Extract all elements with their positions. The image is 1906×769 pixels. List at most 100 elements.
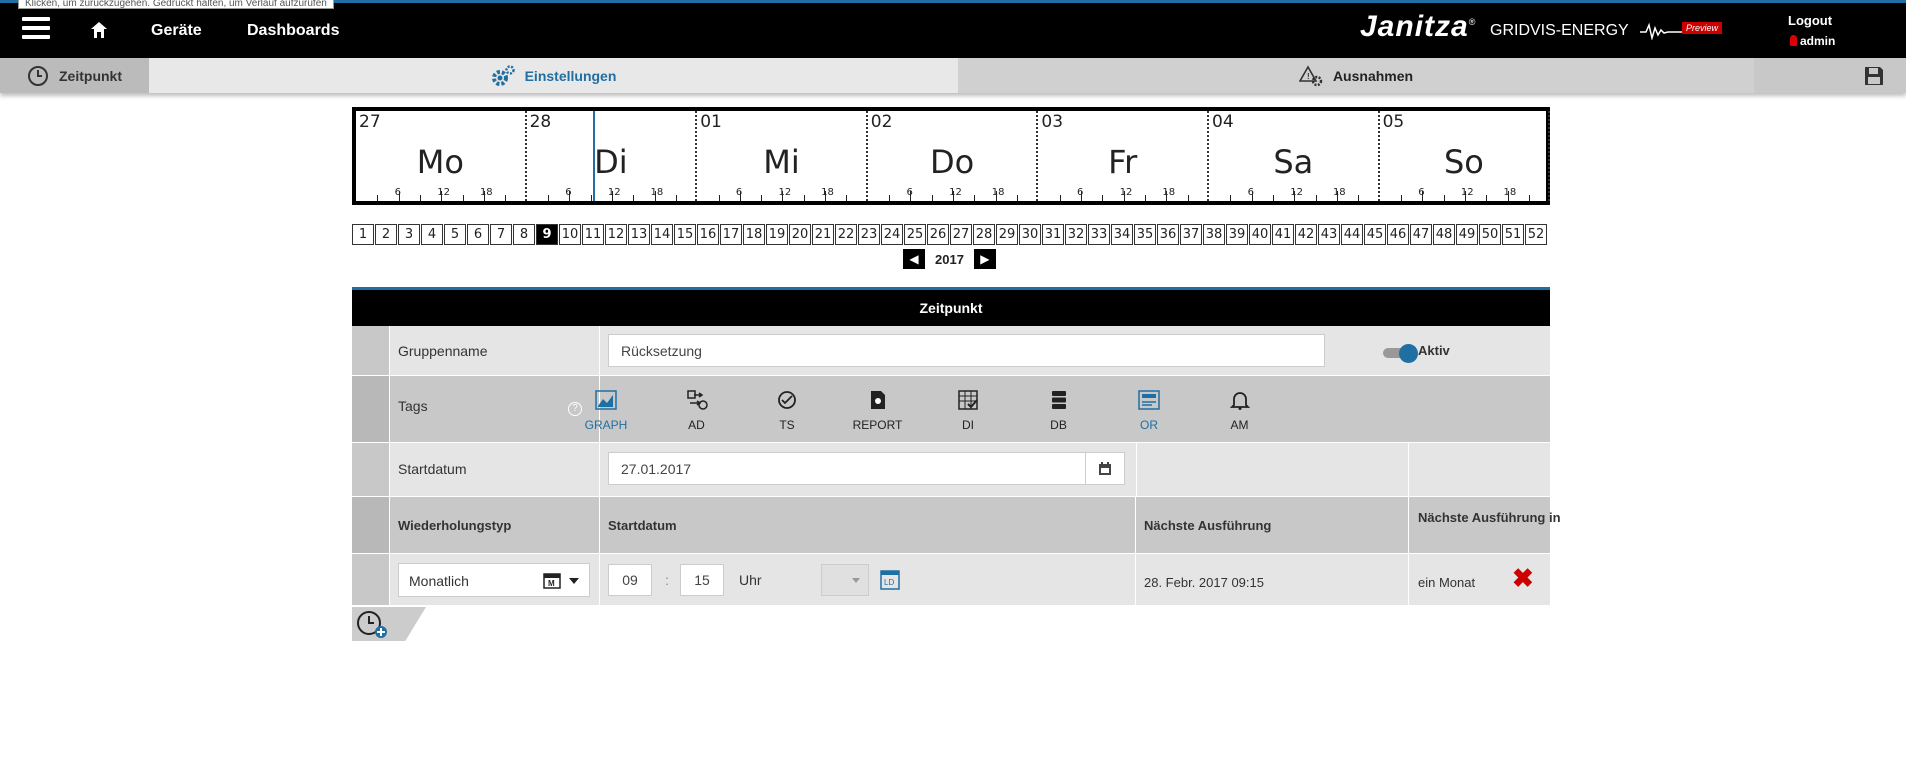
week-39-button[interactable]: 39 <box>1226 224 1248 245</box>
week-43-button[interactable]: 43 <box>1318 224 1340 245</box>
week-49-button[interactable]: 49 <box>1456 224 1478 245</box>
week-28-button[interactable]: 28 <box>973 224 995 245</box>
week-51-button[interactable]: 51 <box>1502 224 1524 245</box>
week-22-button[interactable]: 22 <box>835 224 857 245</box>
timeline-day[interactable]: 28Di61218 <box>527 111 698 201</box>
timeline-day[interactable]: 02Do61218 <box>868 111 1039 201</box>
timeline-day[interactable]: 03Fr61218 <box>1038 111 1209 201</box>
active-toggle[interactable] <box>1383 344 1419 363</box>
start-date-input[interactable]: 27.01.2017 <box>608 452 1087 485</box>
week-36-button[interactable]: 36 <box>1157 224 1179 245</box>
nav-link-dashboards[interactable]: Dashboards <box>247 22 339 40</box>
week-27-button[interactable]: 27 <box>950 224 972 245</box>
week-48-button[interactable]: 48 <box>1433 224 1455 245</box>
tag-am[interactable]: AM <box>1200 390 1280 432</box>
week-31-button[interactable]: 31 <box>1042 224 1064 245</box>
tab-ausnahmen[interactable]: ! Ausnahmen <box>958 58 1754 93</box>
week-7-button[interactable]: 7 <box>490 224 512 245</box>
week-25-button[interactable]: 25 <box>904 224 926 245</box>
add-schedule-button[interactable] <box>352 607 426 641</box>
week-24-button[interactable]: 24 <box>881 224 903 245</box>
week-12-button[interactable]: 12 <box>605 224 627 245</box>
week-18-button[interactable]: 18 <box>743 224 765 245</box>
week-8-button[interactable]: 8 <box>513 224 535 245</box>
previous-year-button[interactable]: ◀ <box>903 249 925 269</box>
tag-di[interactable]: DI <box>928 390 1008 432</box>
day-select[interactable] <box>821 564 869 596</box>
week-52-button[interactable]: 52 <box>1525 224 1547 245</box>
week-1-button[interactable]: 1 <box>352 224 374 245</box>
group-name-input[interactable]: Rücksetzung <box>608 334 1325 367</box>
week-23-button[interactable]: 23 <box>858 224 880 245</box>
week-2-button[interactable]: 2 <box>375 224 397 245</box>
tag-label: TS <box>779 418 795 432</box>
week-10-button[interactable]: 10 <box>559 224 581 245</box>
week-29-button[interactable]: 29 <box>996 224 1018 245</box>
timeline-day[interactable]: 01Mi61218 <box>697 111 868 201</box>
week-45-button[interactable]: 45 <box>1364 224 1386 245</box>
week-30-button[interactable]: 30 <box>1019 224 1041 245</box>
week-5-button[interactable]: 5 <box>444 224 466 245</box>
last-day-calendar-icon[interactable]: LD <box>880 568 900 590</box>
week-40-button[interactable]: 40 <box>1249 224 1271 245</box>
week-35-button[interactable]: 35 <box>1134 224 1156 245</box>
week-20-button[interactable]: 20 <box>789 224 811 245</box>
week-4-button[interactable]: 4 <box>421 224 443 245</box>
day-name: Mo <box>416 143 464 181</box>
repeat-type-select[interactable]: Monatlich M <box>398 563 590 597</box>
tag-label: GRAPH <box>584 418 628 432</box>
save-button[interactable] <box>1754 58 1906 93</box>
week-34-button[interactable]: 34 <box>1111 224 1133 245</box>
week-37-button[interactable]: 37 <box>1180 224 1202 245</box>
minute-input[interactable]: 15 <box>680 564 724 596</box>
calendar-button[interactable] <box>1085 452 1125 485</box>
tag-ts[interactable]: TS <box>747 390 827 432</box>
tag-label: DB <box>1050 418 1067 432</box>
tag-report[interactable]: REPORT <box>838 390 918 432</box>
tab-zeitpunkt-label: Zeitpunkt <box>59 67 122 84</box>
week-16-button[interactable]: 16 <box>697 224 719 245</box>
timeline-day[interactable]: 04Sa61218 <box>1209 111 1380 201</box>
hamburger-menu-icon[interactable] <box>22 17 50 39</box>
week-42-button[interactable]: 42 <box>1295 224 1317 245</box>
week-46-button[interactable]: 46 <box>1387 224 1409 245</box>
tag-db[interactable]: DB <box>1019 390 1099 432</box>
week-3-button[interactable]: 3 <box>398 224 420 245</box>
week-44-button[interactable]: 44 <box>1341 224 1363 245</box>
delete-schedule-button[interactable]: ✖ <box>1512 565 1534 591</box>
week-50-button[interactable]: 50 <box>1479 224 1501 245</box>
timeline-day[interactable]: 27Mo61218 <box>356 111 527 201</box>
week-6-button[interactable]: 6 <box>467 224 489 245</box>
tag-label: DI <box>962 418 974 432</box>
current-user[interactable]: admin <box>1790 34 1835 48</box>
week-41-button[interactable]: 41 <box>1272 224 1294 245</box>
home-icon[interactable] <box>90 21 108 39</box>
hour-tick <box>462 195 464 201</box>
nav-link-geraete[interactable]: Geräte <box>151 22 202 40</box>
tab-zeitpunkt[interactable]: Zeitpunkt <box>0 58 149 93</box>
hour-tick <box>569 191 571 201</box>
week-21-button[interactable]: 21 <box>812 224 834 245</box>
hour-tick-label: 18 <box>821 187 834 198</box>
week-timeline[interactable]: 27Mo6121828Di6121801Mi6121802Do6121803Fr… <box>352 107 1551 205</box>
next-year-button[interactable]: ▶ <box>973 249 996 269</box>
week-14-button[interactable]: 14 <box>651 224 673 245</box>
timeline-day[interactable]: 05So61218 <box>1380 111 1551 201</box>
logout-link[interactable]: Logout <box>1788 13 1832 28</box>
tag-or[interactable]: OR <box>1109 390 1189 432</box>
tag-graph[interactable]: GRAPH <box>566 390 646 432</box>
week-47-button[interactable]: 47 <box>1410 224 1432 245</box>
tab-einstellungen[interactable]: Einstellungen <box>149 58 958 93</box>
week-26-button[interactable]: 26 <box>927 224 949 245</box>
week-33-button[interactable]: 33 <box>1088 224 1110 245</box>
week-32-button[interactable]: 32 <box>1065 224 1087 245</box>
week-11-button[interactable]: 11 <box>582 224 604 245</box>
week-13-button[interactable]: 13 <box>628 224 650 245</box>
week-38-button[interactable]: 38 <box>1203 224 1225 245</box>
week-15-button[interactable]: 15 <box>674 224 696 245</box>
week-17-button[interactable]: 17 <box>720 224 742 245</box>
week-9-button[interactable]: 9 <box>536 224 558 245</box>
tag-ad[interactable]: AD <box>657 390 737 432</box>
hour-input[interactable]: 09 <box>608 564 652 596</box>
week-19-button[interactable]: 19 <box>766 224 788 245</box>
